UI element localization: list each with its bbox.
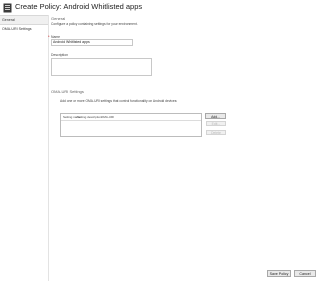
cancel-button[interactable]: Cancel bbox=[294, 270, 316, 277]
save-policy-button[interactable]: Save Policy bbox=[267, 270, 291, 277]
general-heading: General bbox=[51, 16, 66, 21]
column-header-setting-description[interactable]: Setting description bbox=[75, 114, 102, 120]
general-description: Configure a policy containing settings f… bbox=[51, 22, 138, 26]
sidebar-item-oma-uri-settings[interactable]: OMA-URI Settings bbox=[0, 25, 48, 33]
policy-app-icon bbox=[3, 3, 12, 13]
description-textarea[interactable] bbox=[51, 58, 152, 76]
name-input[interactable]: Android Whitlisted apps bbox=[51, 39, 133, 46]
add-button[interactable]: Add... bbox=[205, 113, 226, 119]
window-title: Create Policy: Android Whitlisted apps bbox=[15, 2, 143, 11]
oma-uri-table[interactable]: Setting name Setting description OMA-URI bbox=[60, 113, 202, 137]
description-label: Description bbox=[51, 53, 68, 57]
required-indicator: * bbox=[48, 34, 50, 39]
edit-button[interactable]: Edit... bbox=[206, 121, 226, 126]
sidebar: General OMA-URI Settings bbox=[0, 15, 49, 281]
table-header: Setting name Setting description OMA-URI bbox=[61, 114, 201, 121]
column-header-oma-uri[interactable]: OMA-URI bbox=[99, 114, 114, 120]
column-header-setting-name[interactable]: Setting name bbox=[61, 114, 81, 120]
sidebar-item-general[interactable]: General bbox=[0, 15, 48, 25]
delete-button[interactable]: Delete bbox=[206, 130, 226, 135]
oma-uri-heading: OMA-URI Settings bbox=[51, 89, 84, 94]
title-bar: Create Policy: Android Whitlisted apps bbox=[0, 0, 320, 15]
oma-uri-description: Add one or more OMA-URI settings that co… bbox=[60, 99, 178, 103]
